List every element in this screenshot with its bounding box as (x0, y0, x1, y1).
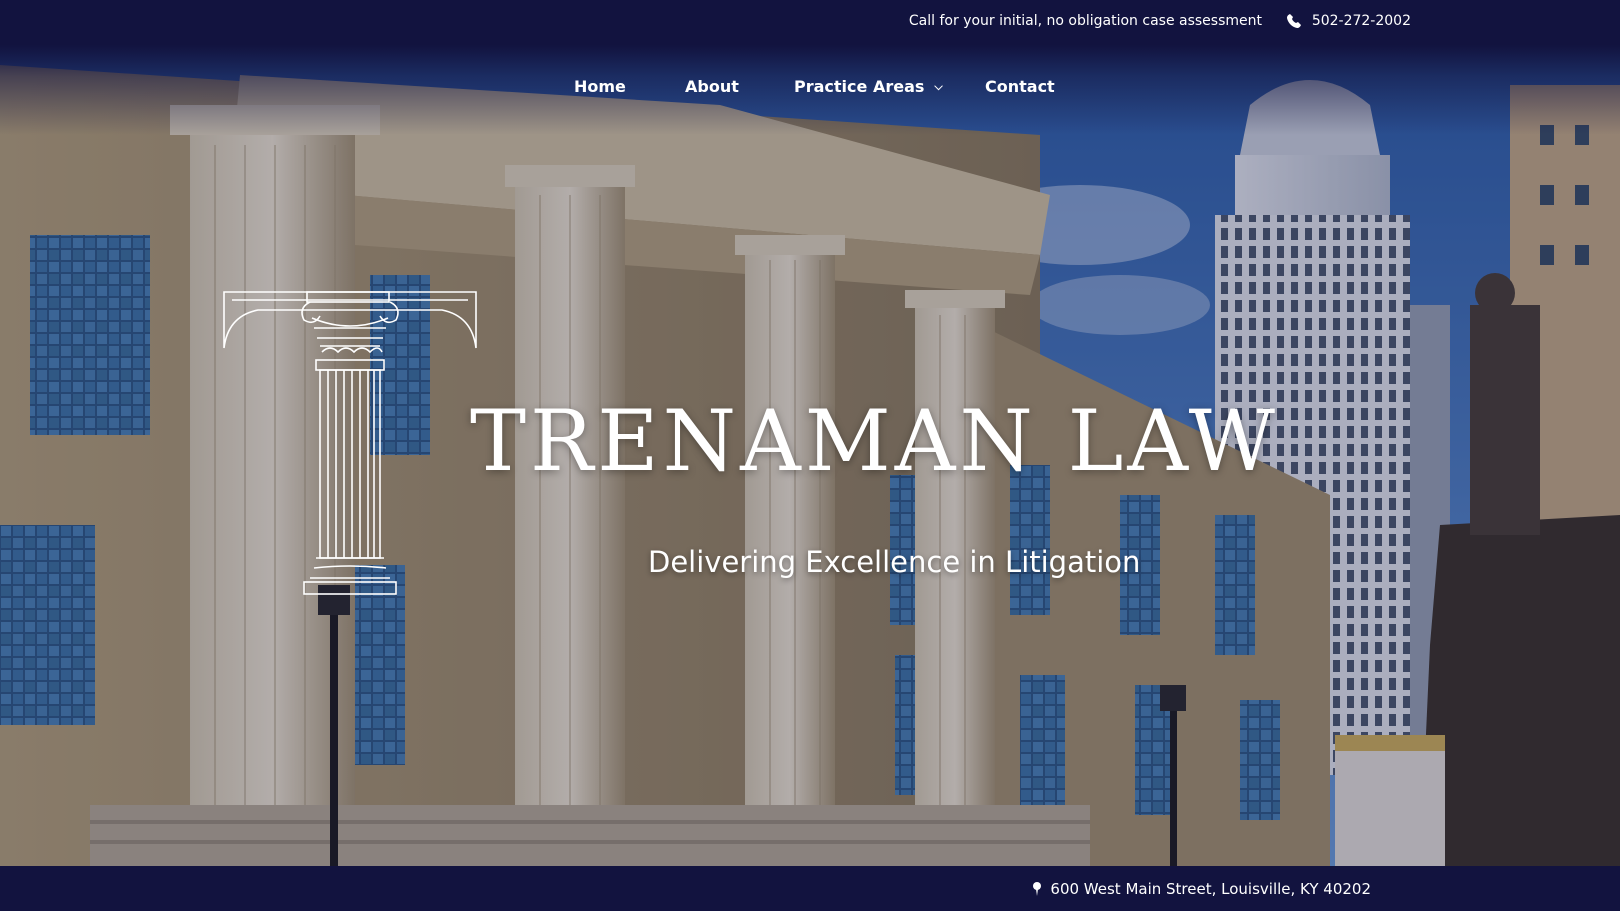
chevron-down-icon: ⌵ (934, 80, 943, 93)
phone-number: 502-272-2002 (1311, 13, 1411, 29)
assessment-cta-text: Call for your initial, no obligation cas… (908, 13, 1262, 29)
nav-item-home[interactable]: Home (574, 77, 626, 96)
brand-tagline: Delivering Excellence in Litigation (648, 545, 1141, 579)
nav-item-practice-areas-label: Practice Areas (794, 77, 925, 96)
nav-item-contact[interactable]: Contact (985, 77, 1055, 96)
address-link[interactable]: 600 West Main Street, Louisville, KY 402… (1032, 880, 1371, 898)
nav-item-about[interactable]: About (685, 77, 739, 96)
column-capital-icon (223, 291, 477, 595)
phone-link[interactable]: 502-272-2002 (1286, 13, 1411, 29)
nav-item-practice-areas[interactable]: Practice Areas ⌵ (794, 77, 943, 96)
address-text: 600 West Main Street, Louisville, KY 402… (1050, 880, 1371, 898)
phone-icon (1286, 14, 1301, 28)
address-bar: 600 West Main Street, Louisville, KY 402… (0, 866, 1620, 911)
map-pin-icon (1033, 882, 1042, 896)
brand-name: TRENAMAN LAW (470, 392, 1280, 490)
top-bar: Call for your initial, no obligation cas… (0, 0, 1620, 45)
